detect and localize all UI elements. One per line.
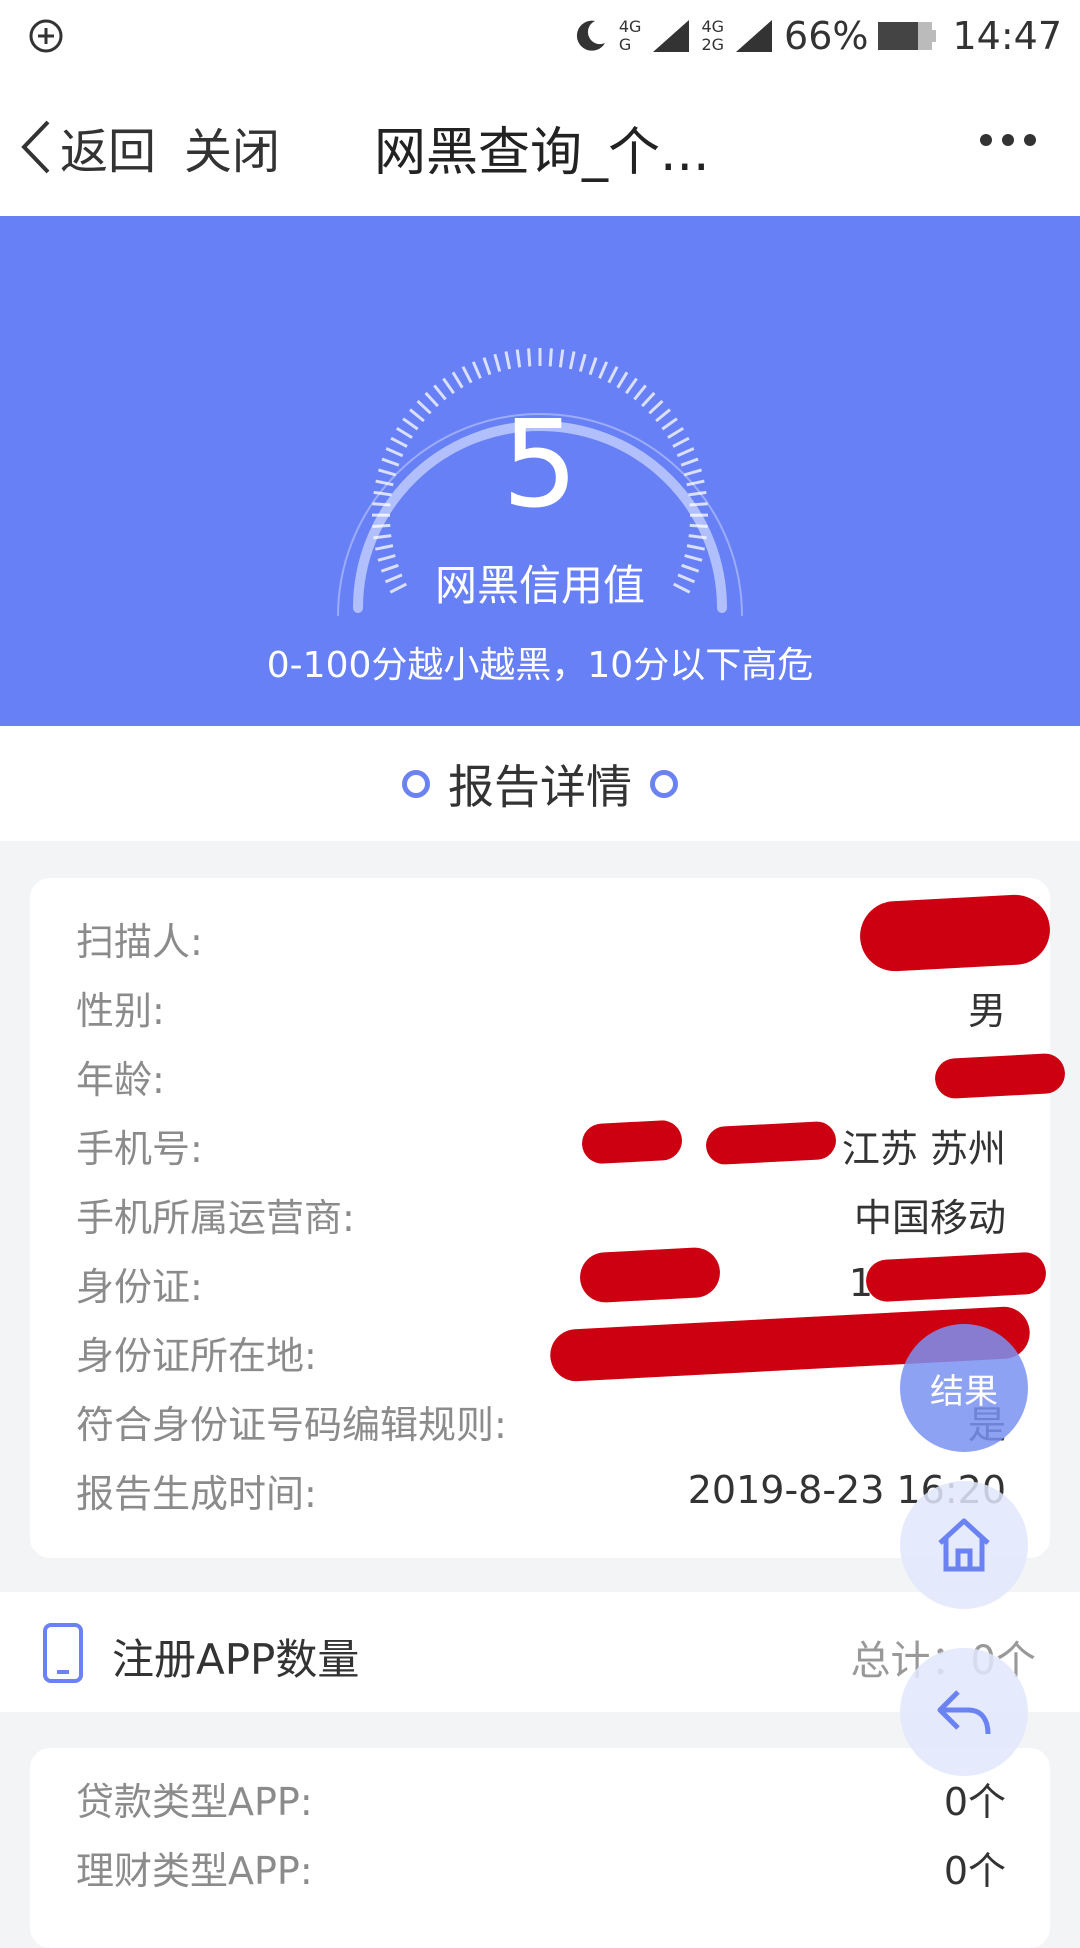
info-row-gender: 性别: 男 — [76, 977, 1006, 1037]
plus-circle-icon — [28, 18, 64, 54]
score-explanation: 0-100分越小越黑，10分以下高危 — [0, 636, 1080, 688]
back-arrow-button[interactable] — [900, 1648, 1028, 1776]
status-bar: 4G G 4G 2G 66% 14:47 — [0, 0, 1080, 72]
gauge-tick — [375, 546, 393, 550]
gauge-tick — [634, 385, 645, 399]
info-row-report-time: 报告生成时间: 2019-8-23 16:20 — [76, 1460, 1006, 1520]
info-value: 0个 — [944, 1771, 1006, 1826]
info-label: 身份证: — [76, 1256, 203, 1311]
gauge-tick — [453, 372, 462, 387]
gauge-tick — [626, 379, 636, 394]
info-value: 中国移动 — [854, 1187, 1006, 1242]
redaction-mark — [579, 1246, 721, 1303]
reply-arrow-icon — [932, 1680, 996, 1744]
network-indicator-1: 4G G — [619, 18, 642, 53]
signal-icon — [651, 18, 691, 54]
info-row-age: 年龄: — [76, 1046, 1006, 1106]
credit-score-label: 网黑信用值 — [0, 552, 1080, 613]
redaction-mark — [934, 1053, 1066, 1100]
more-dots-icon[interactable] — [980, 134, 1036, 146]
nav-bar: 返回 关闭 网黑查询_个... — [0, 72, 1080, 216]
gauge-tick — [550, 348, 551, 366]
gauge-tick — [495, 354, 500, 371]
signal-icon-2 — [734, 18, 774, 54]
gauge-tick — [517, 350, 519, 368]
gauge-tick — [580, 354, 585, 371]
info-label: 理财类型APP: — [76, 1840, 313, 1895]
info-label: 贷款类型APP: — [76, 1771, 313, 1826]
back-button[interactable]: 返回 — [18, 112, 156, 182]
gauge-tick — [473, 362, 480, 379]
page-title: 网黑查询_个... — [374, 110, 710, 185]
gauge-tick — [687, 546, 705, 550]
chevron-left-icon — [18, 118, 54, 176]
ring-decoration-icon — [650, 770, 678, 798]
info-value: 男 — [968, 980, 1006, 1035]
info-row-carrier: 手机所属运营商: 中国移动 — [76, 1184, 1006, 1244]
ring-decoration-icon — [402, 770, 430, 798]
apps-card: 贷款类型APP: 0个 理财类型APP: 0个 — [30, 1748, 1050, 1948]
home-icon — [932, 1513, 996, 1577]
credit-score-value: 5 — [0, 406, 1080, 526]
info-label: 扫描人: — [76, 911, 203, 966]
gauge-tick — [642, 393, 654, 406]
info-label: 手机所属运营商: — [76, 1187, 355, 1242]
gauge-tick — [434, 385, 445, 399]
close-button[interactable]: 关闭 — [184, 112, 280, 182]
back-label: 返回 — [60, 112, 156, 182]
info-row-id-valid: 符合身份证号码编辑规则: 是 — [76, 1391, 1006, 1451]
status-icons: 4G G 4G 2G 66% 14:47 — [571, 12, 1062, 60]
redaction-mark — [581, 1119, 683, 1164]
apps-title: 注册APP数量 — [112, 1626, 359, 1687]
battery-percent: 66% — [784, 14, 868, 58]
section-title: 报告详情 — [448, 751, 632, 817]
gauge-tick — [570, 351, 574, 369]
moon-icon — [571, 17, 609, 55]
redaction-mark — [865, 1251, 1047, 1302]
redaction-mark — [705, 1121, 837, 1166]
gauge-tick — [463, 367, 471, 383]
info-label: 性别: — [76, 980, 165, 1035]
clock: 14:47 — [952, 14, 1062, 58]
gauge-tick — [529, 348, 530, 366]
info-label: 身份证所在地: — [76, 1325, 317, 1380]
gauge-tick — [618, 372, 627, 387]
app-row-finance: 理财类型APP: 0个 — [76, 1837, 1006, 1897]
gauge-tick — [443, 379, 453, 394]
credit-score-hero: 5 网黑信用值 0-100分越小越黑，10分以下高危 — [0, 216, 1080, 726]
info-value: 0个 — [944, 1840, 1006, 1895]
gauge-tick — [426, 393, 438, 406]
phone-icon — [42, 1622, 84, 1684]
info-row-phone: 手机号: 江苏 苏州 — [76, 1115, 1006, 1175]
battery-icon — [878, 22, 936, 50]
redaction-mark — [858, 893, 1051, 973]
info-label: 年龄: — [76, 1049, 165, 1104]
network-indicator-2: 4G 2G — [701, 18, 724, 53]
info-label: 报告生成时间: — [76, 1463, 317, 1518]
gauge-tick — [506, 351, 510, 369]
gauge-tick — [484, 358, 490, 375]
gauge-tick — [600, 362, 607, 379]
report-details-card: 扫描人: 性别: 男 年龄: 手机号: 江苏 苏州 手机所属运营商: 中国移动 … — [30, 878, 1050, 1558]
gauge-tick — [590, 358, 596, 375]
gauge-tick — [609, 367, 617, 383]
info-value: 江苏 苏州 — [842, 1118, 1006, 1173]
home-button[interactable] — [900, 1481, 1028, 1609]
result-button[interactable]: 结果 — [900, 1324, 1028, 1452]
app-row-loan: 贷款类型APP: 0个 — [76, 1768, 1006, 1828]
gauge-tick — [560, 350, 562, 368]
report-section-header: 报告详情 — [0, 726, 1080, 841]
info-label: 符合身份证号码编辑规则: — [76, 1394, 507, 1449]
info-label: 手机号: — [76, 1118, 203, 1173]
